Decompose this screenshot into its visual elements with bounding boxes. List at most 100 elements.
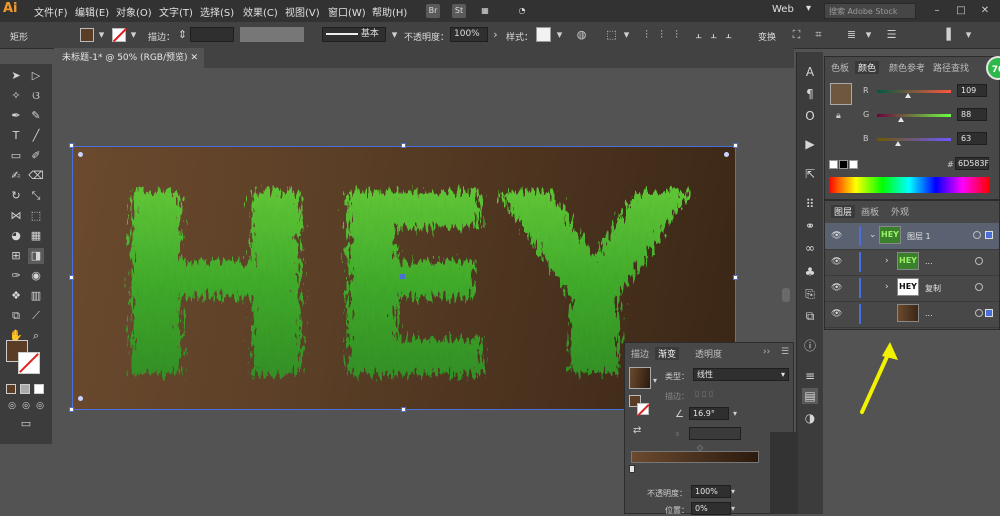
green-value[interactable]: 88 xyxy=(957,108,987,121)
chevron-down-icon[interactable]: ▾ xyxy=(806,3,811,14)
transparency-icon[interactable]: ◑ xyxy=(802,410,818,426)
lasso-tool-icon[interactable]: ଓ xyxy=(28,88,44,104)
gradient-slider[interactable] xyxy=(631,451,759,463)
red-slider[interactable]: R 109 xyxy=(825,84,1000,99)
hex-field[interactable]: 6D583F xyxy=(955,157,989,170)
artboard-tool-icon[interactable]: ⧉ xyxy=(8,308,24,324)
export-icon[interactable]: ⇱ xyxy=(802,166,818,182)
eye-icon[interactable]: 👁︎ xyxy=(831,309,842,319)
none-mode-swatch[interactable] xyxy=(34,384,44,394)
rectangle-tool-icon[interactable]: ▭ xyxy=(8,148,24,164)
layer-row[interactable]: 👁︎ ⌄ HEY 图层 1 xyxy=(825,223,999,250)
magic-wand-tool-icon[interactable]: ✧ xyxy=(8,88,24,104)
grid-icon[interactable]: ⠿ xyxy=(802,196,818,212)
stock-icon[interactable]: St xyxy=(452,4,466,18)
menu-type[interactable]: 文字(T) xyxy=(159,4,193,19)
target-icon[interactable] xyxy=(975,257,983,265)
gpu-icon[interactable]: ◔ xyxy=(515,4,529,18)
minimize-icon[interactable]: – xyxy=(928,3,946,19)
chevron-down-icon[interactable]: ⌄ xyxy=(869,230,877,240)
color-mode-swatch[interactable] xyxy=(6,384,16,394)
align-middle-icon[interactable]: ⫠ xyxy=(707,28,720,41)
chevron-down-icon[interactable]: ▾ xyxy=(653,376,657,385)
target-icon[interactable] xyxy=(975,309,983,317)
selection-handle[interactable] xyxy=(401,143,406,148)
chevron-down-icon[interactable]: ▾ xyxy=(731,504,735,513)
stroke-panel-icon[interactable]: ≡ xyxy=(802,368,818,384)
selection-handle[interactable] xyxy=(733,143,738,148)
stock-search-input[interactable]: 搜索 Adobe Stock xyxy=(824,3,916,19)
selection-indicator[interactable] xyxy=(985,309,993,317)
gradient-stroke-icon[interactable] xyxy=(637,403,650,417)
curvature-tool-icon[interactable]: ✎ xyxy=(28,108,44,124)
chevron-right-icon[interactable]: › xyxy=(885,256,889,266)
mesh-tool-icon[interactable]: ⊞ xyxy=(8,248,24,264)
tab-artboards[interactable]: 画板 xyxy=(861,205,879,218)
align-top-icon[interactable]: ⫠ xyxy=(692,28,705,41)
slice-tool-icon[interactable]: ⟋ xyxy=(28,308,44,324)
artboards-icon[interactable]: ⧉ xyxy=(802,308,818,324)
none-swatch[interactable] xyxy=(829,160,838,169)
panel-menu-icon[interactable]: ☰ xyxy=(885,28,898,41)
reverse-gradient-icon[interactable]: ⇄ xyxy=(633,425,641,436)
layer-name[interactable]: 图层 1 xyxy=(907,231,931,242)
chevron-down-icon[interactable]: ▾ xyxy=(733,409,737,418)
isolate-icon[interactable]: ⛶ xyxy=(790,28,803,41)
selection-indicator[interactable] xyxy=(985,231,993,239)
eye-icon[interactable]: 👁︎ xyxy=(831,231,842,241)
eye-icon[interactable]: 👁︎ xyxy=(831,257,842,267)
paragraph-icon[interactable]: ¶ xyxy=(802,86,818,102)
graph-tool-icon[interactable]: ▥ xyxy=(28,288,44,304)
menu-select[interactable]: 选择(S) xyxy=(200,4,234,19)
chevron-down-icon[interactable]: ▾ xyxy=(388,28,401,41)
blue-value[interactable]: 63 xyxy=(957,132,987,145)
layer-row[interactable]: 👁︎ › HEY ... xyxy=(825,249,999,276)
asset-export-icon[interactable]: ⎘ xyxy=(802,286,818,302)
graphic-style-swatch[interactable] xyxy=(536,27,551,42)
shaper-tool-icon[interactable]: ✍ xyxy=(8,168,24,184)
brush-definition-field[interactable]: 基本 xyxy=(322,27,386,42)
type-tool-icon[interactable]: T xyxy=(8,128,24,144)
red-value[interactable]: 109 xyxy=(957,84,987,97)
gradient-stop-left[interactable] xyxy=(629,465,635,473)
tab-gradient[interactable]: 渐变 xyxy=(655,347,680,360)
gradient-type-select[interactable]: 线性 ▾ xyxy=(693,368,789,381)
blend-tool-icon[interactable]: ◉ xyxy=(28,268,44,284)
chevron-down-icon[interactable]: ▾ xyxy=(620,28,633,41)
chevron-down-icon[interactable]: ▾ xyxy=(862,28,875,41)
target-icon[interactable] xyxy=(973,231,981,239)
pen-tool-icon[interactable]: ✒ xyxy=(8,108,24,124)
eyedropper-tool-icon[interactable]: ✑ xyxy=(8,268,24,284)
blue-slider[interactable]: B 63 xyxy=(825,132,1000,147)
eye-icon[interactable]: 👁︎ xyxy=(831,283,842,293)
selection-handle[interactable] xyxy=(69,143,74,148)
layer-row[interactable]: 👁︎ › HEY 复制 xyxy=(825,275,999,302)
layer-row[interactable]: 👁︎ ... xyxy=(825,301,999,328)
info-icon[interactable]: ⓘ xyxy=(802,338,818,354)
layer-name[interactable]: 复制 xyxy=(925,283,941,294)
corner-widget[interactable] xyxy=(78,396,83,401)
fill-swatch[interactable] xyxy=(80,28,94,42)
selection-handle[interactable] xyxy=(69,275,74,280)
stroke-weight-field[interactable] xyxy=(190,27,234,42)
gradient-panel-icon[interactable]: ▤ xyxy=(802,388,818,404)
collapse-icon[interactable]: ›› xyxy=(763,347,770,357)
menu-file[interactable]: 文件(F) xyxy=(34,4,68,19)
zoom-tool-icon[interactable]: ⌕ xyxy=(28,328,44,344)
stepper-icon[interactable]: ⇕ xyxy=(176,28,189,41)
play-actions-icon[interactable]: ▶ xyxy=(802,136,818,152)
close-icon[interactable]: ✕ xyxy=(976,3,994,19)
panel-menu-icon[interactable]: ☰ xyxy=(781,347,789,357)
line-tool-icon[interactable]: ╱ xyxy=(28,128,44,144)
crop-icon[interactable]: ⌗ xyxy=(812,28,825,41)
chevron-right-icon[interactable]: › xyxy=(489,28,502,41)
align-bottom-icon[interactable]: ⫠ xyxy=(722,28,735,41)
chevron-down-icon[interactable]: ▾ xyxy=(962,28,975,41)
white-swatch[interactable] xyxy=(849,160,858,169)
chevron-down-icon[interactable]: ▾ xyxy=(95,28,108,41)
layer-name[interactable]: ... xyxy=(925,309,933,318)
width-tool-icon[interactable]: ⋈ xyxy=(8,208,24,224)
stroke-color-box[interactable] xyxy=(18,352,40,374)
target-icon[interactable] xyxy=(975,283,983,291)
selection-tool-icon[interactable]: ➤ xyxy=(8,68,24,84)
